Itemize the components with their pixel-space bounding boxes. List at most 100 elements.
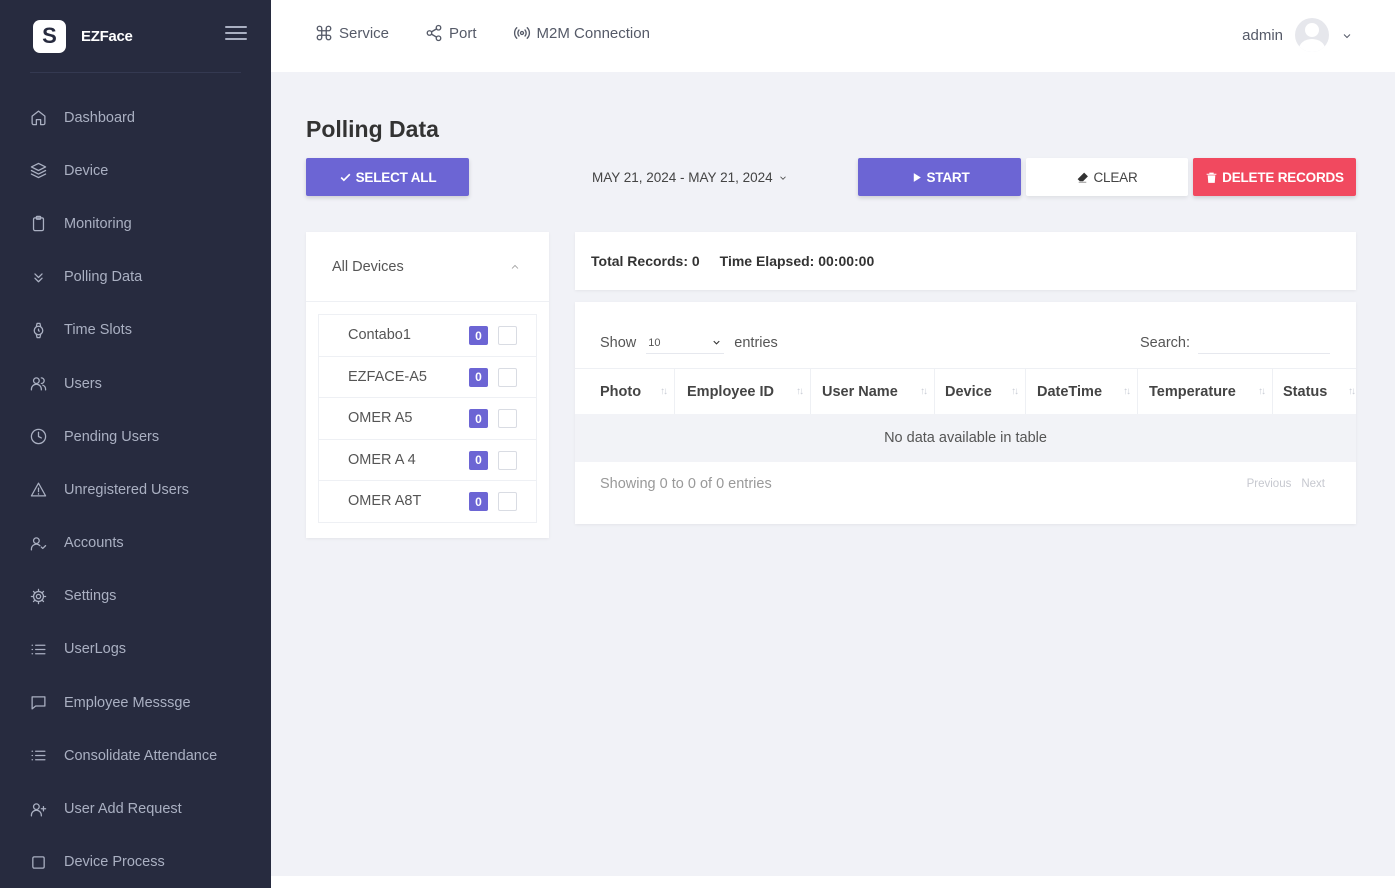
delete-records-label: DELETE RECORDS bbox=[1222, 169, 1344, 185]
column-header-label: Device bbox=[945, 384, 992, 400]
user-menu[interactable]: admin bbox=[1242, 18, 1353, 52]
sidebar-item-device[interactable]: Device bbox=[0, 144, 271, 197]
device-checkbox[interactable] bbox=[498, 492, 517, 511]
sidebar-item-label: Consolidate Attendance bbox=[64, 747, 218, 764]
list-icon bbox=[29, 640, 47, 658]
device-row: OMER A8T 0 bbox=[318, 480, 537, 523]
all-devices-toggle[interactable]: All Devices bbox=[306, 232, 549, 302]
chevron-down-icon bbox=[779, 175, 786, 180]
previous-page-button[interactable]: Previous bbox=[1247, 478, 1292, 490]
brand-name: EZFace bbox=[81, 27, 133, 45]
clipboard-icon bbox=[29, 215, 47, 233]
sidebar-item-dashboard[interactable]: Dashboard bbox=[0, 91, 271, 144]
sidebar-item-label: Monitoring bbox=[64, 215, 132, 232]
top-link-m2m-connection[interactable]: M2M Connection bbox=[513, 24, 650, 42]
device-name: OMER A 4 bbox=[348, 451, 416, 468]
sidebar-item-polling-data[interactable]: Polling Data bbox=[0, 251, 271, 304]
sidebar-item-users[interactable]: Users bbox=[0, 357, 271, 410]
sidebar-item-settings[interactable]: Settings bbox=[0, 570, 271, 623]
entries-label: entries bbox=[734, 335, 778, 351]
column-header-label: Temperature bbox=[1149, 384, 1236, 400]
share-icon bbox=[426, 24, 442, 42]
sidebar-item-label: Device bbox=[64, 162, 109, 179]
sidebar-item-userlogs[interactable]: UserLogs bbox=[0, 623, 271, 676]
delete-records-button[interactable]: DELETE RECORDS bbox=[1193, 158, 1356, 196]
avatar[interactable] bbox=[1295, 18, 1329, 52]
column-header-employee-id[interactable]: Employee ID ↑↓ bbox=[675, 369, 811, 415]
sidebar-item-employee-message[interactable]: Employee Messsge bbox=[0, 676, 271, 729]
sort-icon: ↑↓ bbox=[1123, 386, 1131, 397]
sidebar-item-monitoring[interactable]: Monitoring bbox=[0, 197, 271, 250]
trash-icon bbox=[1205, 171, 1218, 184]
page-title: Polling Data bbox=[306, 116, 439, 142]
device-checkbox[interactable] bbox=[498, 450, 517, 470]
device-checkbox[interactable] bbox=[498, 367, 517, 387]
search-label: Search: bbox=[1140, 335, 1190, 351]
sidebar-item-label: Settings bbox=[64, 588, 117, 605]
column-header-temperature[interactable]: Temperature ↑↓ bbox=[1138, 369, 1273, 415]
column-header-device[interactable]: Device ↑↓ bbox=[935, 369, 1026, 415]
username: admin bbox=[1242, 26, 1283, 44]
all-devices-label: All Devices bbox=[332, 258, 404, 275]
sidebar-item-accounts[interactable]: Accounts bbox=[0, 517, 271, 570]
start-button[interactable]: START bbox=[858, 158, 1021, 196]
clear-button[interactable]: CLEAR bbox=[1026, 158, 1188, 196]
user-plus-icon bbox=[29, 800, 47, 818]
sidebar-item-label: User Add Request bbox=[64, 801, 182, 818]
hamburger-menu-icon[interactable] bbox=[225, 26, 247, 42]
watch-icon bbox=[29, 321, 47, 339]
column-header-photo[interactable]: Photo ↑↓ bbox=[575, 369, 675, 415]
sort-icon: ↑↓ bbox=[1011, 386, 1019, 397]
brand-logo[interactable]: S bbox=[33, 19, 66, 53]
user-check-icon bbox=[29, 534, 47, 552]
command-icon bbox=[316, 25, 332, 41]
sidebar-item-label: Accounts bbox=[64, 535, 124, 552]
device-checkbox[interactable] bbox=[498, 326, 517, 345]
column-header-user-name[interactable]: User Name ↑↓ bbox=[811, 369, 935, 415]
device-list: Contabo1 0 EZFACE-A5 0 OMER A5 0 OMER A … bbox=[318, 314, 537, 523]
sidebar-item-label: Employee Messsge bbox=[64, 694, 191, 711]
show-entries: Show 10 entries bbox=[600, 332, 778, 354]
column-header-label: User Name bbox=[822, 384, 898, 400]
chevron-down-icon[interactable] bbox=[1341, 29, 1353, 41]
device-name: EZFACE-A5 bbox=[348, 368, 427, 385]
device-count-badge: 0 bbox=[469, 326, 488, 345]
chevrons-down-icon bbox=[29, 268, 47, 286]
top-link-label: M2M Connection bbox=[536, 24, 650, 42]
sidebar-item-consolidate-attendance[interactable]: Consolidate Attendance bbox=[0, 729, 271, 782]
next-page-button[interactable]: Next bbox=[1301, 478, 1325, 490]
check-icon bbox=[339, 171, 352, 184]
entries-select-value: 10 bbox=[648, 336, 661, 349]
sort-icon: ↑↓ bbox=[920, 386, 928, 397]
time-elapsed: Time Elapsed: 00:00:00 bbox=[719, 253, 875, 269]
column-header-datetime[interactable]: DateTime ↑↓ bbox=[1026, 369, 1138, 415]
start-label: START bbox=[926, 169, 970, 185]
devices-card: All Devices Contabo1 0 EZFACE-A5 0 OMER … bbox=[306, 232, 549, 538]
column-header-status[interactable]: Status ↑↓ bbox=[1273, 369, 1356, 415]
footer-strip bbox=[271, 876, 1395, 888]
sidebar-item-device-process[interactable]: Device Process bbox=[0, 836, 271, 888]
sidebar-item-label: Polling Data bbox=[64, 269, 143, 286]
top-link-label: Port bbox=[449, 24, 477, 42]
clear-label: CLEAR bbox=[1093, 169, 1138, 185]
sidebar-item-time-slots[interactable]: Time Slots bbox=[0, 304, 271, 357]
top-menu: Service Port M2M Connection bbox=[315, 24, 686, 42]
device-checkbox[interactable] bbox=[498, 409, 517, 428]
top-link-service[interactable]: Service bbox=[315, 24, 389, 42]
records-table-card: Show 10 entries Search: Photo ↑↓ Employee… bbox=[575, 302, 1356, 524]
select-all-button[interactable]: SELECT ALL bbox=[306, 158, 469, 196]
column-header-label: Photo bbox=[600, 384, 642, 400]
sidebar-item-user-add-request[interactable]: User Add Request bbox=[0, 782, 271, 835]
entries-select[interactable]: 10 bbox=[646, 332, 725, 354]
list-icon bbox=[29, 747, 47, 765]
device-row: OMER A5 0 bbox=[318, 397, 537, 440]
sort-icon: ↑↓ bbox=[796, 386, 804, 397]
search-input[interactable] bbox=[1198, 332, 1330, 354]
sidebar-item-unregistered-users[interactable]: Unregistered Users bbox=[0, 463, 271, 516]
top-link-port[interactable]: Port bbox=[425, 24, 477, 42]
sidebar-item-pending-users[interactable]: Pending Users bbox=[0, 410, 271, 463]
square-icon bbox=[29, 853, 47, 871]
date-range-picker[interactable]: MAY 21, 2024 - MAY 21, 2024 bbox=[592, 170, 788, 185]
alert-triangle-icon bbox=[29, 481, 47, 499]
sidebar-nav: Dashboard Device Monitoring Polling Data… bbox=[0, 91, 271, 888]
